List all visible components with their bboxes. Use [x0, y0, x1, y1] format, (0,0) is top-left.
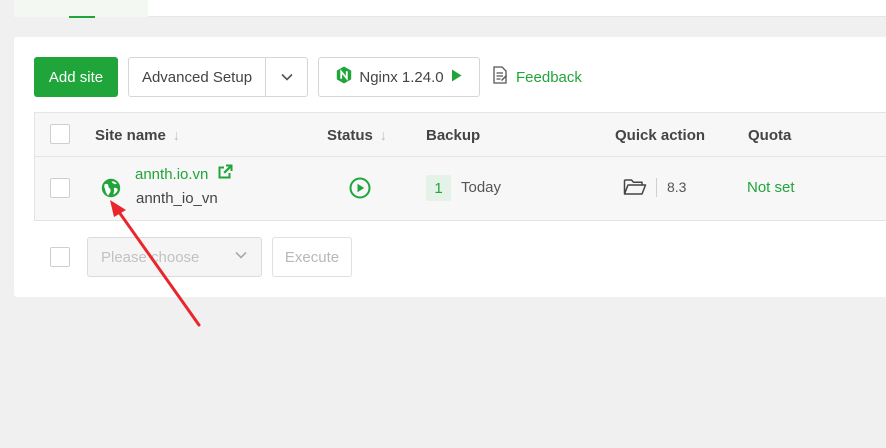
table-row: annth.io.vn annth_io_vn 1 Today 8.3 Not …: [35, 157, 886, 221]
site-subname: annth_io_vn: [136, 190, 218, 207]
backup-count-badge[interactable]: 1: [426, 175, 451, 201]
top-tab-bar: [14, 0, 886, 18]
column-label: Quick action: [615, 126, 706, 144]
column-label: Backup: [426, 126, 481, 144]
quota-value[interactable]: Not set: [747, 179, 795, 196]
site-name[interactable]: annth.io.vn: [135, 166, 208, 183]
batch-action-select[interactable]: Please choose: [87, 237, 262, 277]
execute-label: Execute: [284, 248, 340, 266]
nginx-button[interactable]: Nginx 1.24.0: [318, 57, 480, 97]
row-checkbox[interactable]: [50, 178, 70, 198]
play-circle-icon[interactable]: [349, 177, 371, 199]
external-link-icon[interactable]: [217, 164, 233, 184]
play-icon: [451, 69, 462, 86]
nginx-logo-icon: [336, 66, 352, 88]
column-quick-action: Quick action: [615, 113, 705, 157]
select-all-checkbox[interactable]: [50, 124, 70, 144]
sort-arrow-icon[interactable]: ↓: [173, 127, 180, 143]
column-quota: Quota: [748, 113, 791, 157]
top-tab-active[interactable]: [14, 0, 148, 18]
execute-button[interactable]: Execute: [272, 237, 352, 277]
chevron-down-icon[interactable]: [266, 58, 307, 96]
site-list-panel: Add site Advanced Setup Nginx 1.24.0 Fee…: [14, 37, 886, 297]
nginx-label: Nginx 1.24.0: [359, 68, 444, 86]
sort-arrow-icon[interactable]: ↓: [380, 127, 387, 143]
column-backup: Backup: [426, 113, 480, 157]
chevron-down-icon: [234, 248, 248, 266]
tab-underline: [69, 16, 95, 18]
add-site-button[interactable]: Add site: [34, 57, 118, 97]
add-site-label: Add site: [48, 68, 104, 86]
table-header: Site name ↓ Status ↓ Backup Quick action…: [35, 113, 886, 157]
site-table: Site name ↓ Status ↓ Backup Quick action…: [34, 112, 886, 221]
column-status[interactable]: Status ↓: [327, 113, 387, 157]
feedback-link[interactable]: Feedback: [492, 57, 582, 97]
column-label: Site name: [95, 126, 166, 144]
batch-select-checkbox[interactable]: [50, 247, 70, 267]
feedback-label: Feedback: [516, 68, 582, 86]
column-site-name[interactable]: Site name ↓: [95, 113, 180, 157]
php-version[interactable]: 8.3: [667, 179, 686, 195]
feedback-icon: [492, 66, 508, 88]
advanced-setup-dropdown[interactable]: Advanced Setup: [128, 57, 308, 97]
quick-action-divider: [656, 178, 657, 197]
backup-label[interactable]: Today: [461, 179, 501, 196]
globe-icon[interactable]: [101, 178, 121, 198]
advanced-setup-label[interactable]: Advanced Setup: [129, 58, 266, 96]
batch-select-placeholder: Please choose: [101, 248, 200, 266]
folder-open-icon[interactable]: [623, 177, 647, 197]
column-label: Status: [327, 126, 373, 144]
column-label: Quota: [748, 126, 792, 144]
site-name-link[interactable]: annth.io.vn: [135, 164, 233, 184]
